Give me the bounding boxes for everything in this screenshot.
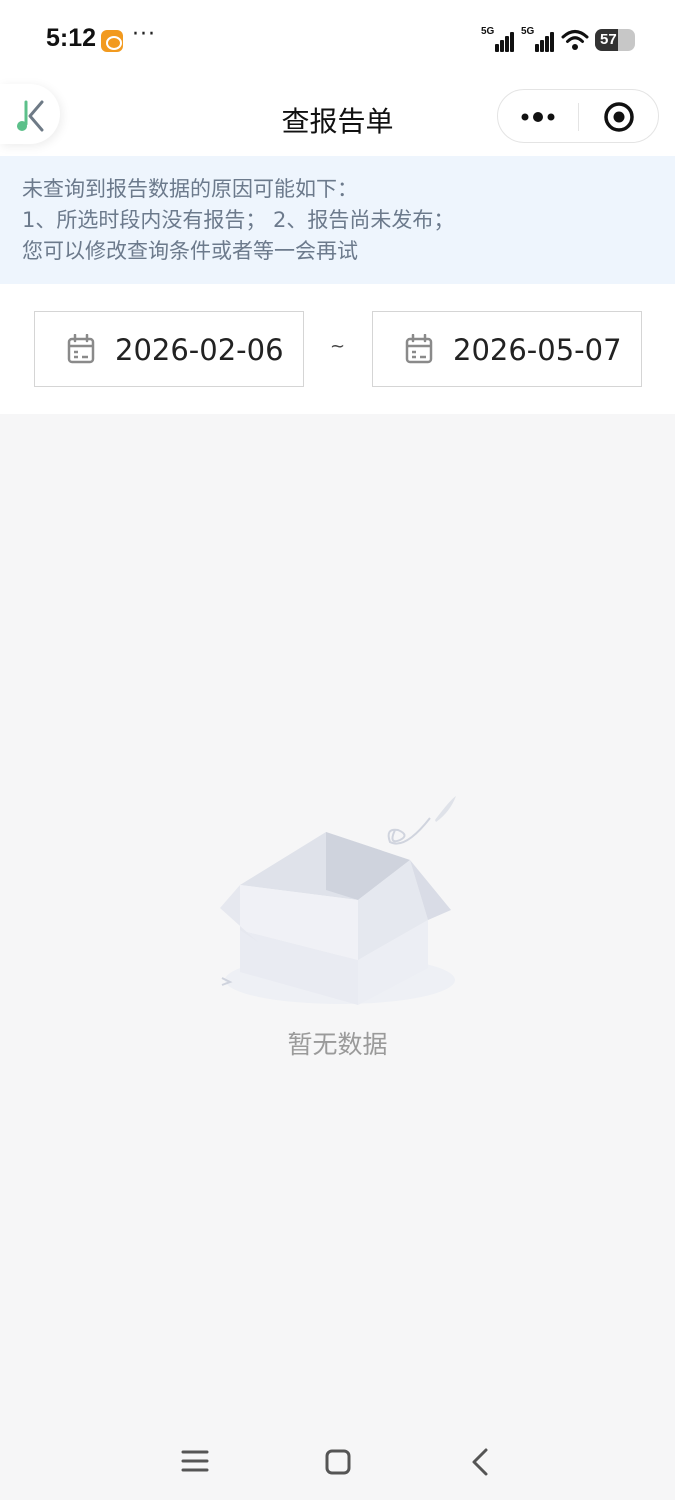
mini-program-capsule <box>497 89 659 143</box>
calendar-icon <box>67 334 95 364</box>
notice-line-2: 1、所选时段内没有报告； 2、报告尚未发布； <box>22 208 455 232</box>
end-date-picker[interactable]: 2026-05-07 <box>372 311 642 387</box>
notice-banner: 未查询到报告数据的原因可能如下： 1、所选时段内没有报告； 2、报告尚未发布； … <box>0 156 675 284</box>
status-bar: 5:12 ··· 5G 5G 57 <box>0 0 675 80</box>
battery-level: 57 <box>600 31 617 48</box>
date-range-section: 2026-02-06 ~ 2026-05-07 <box>0 284 675 414</box>
target-close-icon <box>604 102 634 132</box>
system-navigation-bar <box>0 1420 675 1500</box>
more-dots-icon <box>521 112 555 122</box>
empty-box-icon <box>220 796 456 1005</box>
battery-icon: 57 <box>595 29 635 51</box>
nav-bar: 查报告单 <box>0 80 675 156</box>
close-button[interactable] <box>579 90 659 144</box>
wifi-icon <box>561 30 589 50</box>
network-type-label-2: 5G <box>521 26 535 37</box>
notice-line-1: 未查询到报告数据的原因可能如下： <box>22 177 358 201</box>
network-type-label: 5G <box>481 26 495 37</box>
end-date-value: 2026-05-07 <box>453 333 622 367</box>
more-button[interactable] <box>498 90 578 144</box>
signal-icon-2: 5G <box>521 26 555 52</box>
home-icon[interactable] <box>318 1442 358 1482</box>
back-icon[interactable] <box>460 1442 500 1482</box>
calendar-icon <box>405 334 433 364</box>
empty-state-text: 暂无数据 <box>287 1030 388 1059</box>
start-date-picker[interactable]: 2026-02-06 <box>34 311 304 387</box>
date-separator: ~ <box>330 336 346 357</box>
start-date-value: 2026-02-06 <box>115 333 284 367</box>
app-notification-icon <box>101 30 123 52</box>
status-time: 5:12 <box>46 24 97 52</box>
notice-line-3: 您可以修改查询条件或者等一会再试 <box>22 239 358 263</box>
signal-icon: 5G <box>481 26 515 52</box>
menu-icon[interactable] <box>175 1444 215 1478</box>
status-indicators: 5G 5G 57 <box>481 26 635 54</box>
status-more-indicator: ··· <box>132 22 156 47</box>
